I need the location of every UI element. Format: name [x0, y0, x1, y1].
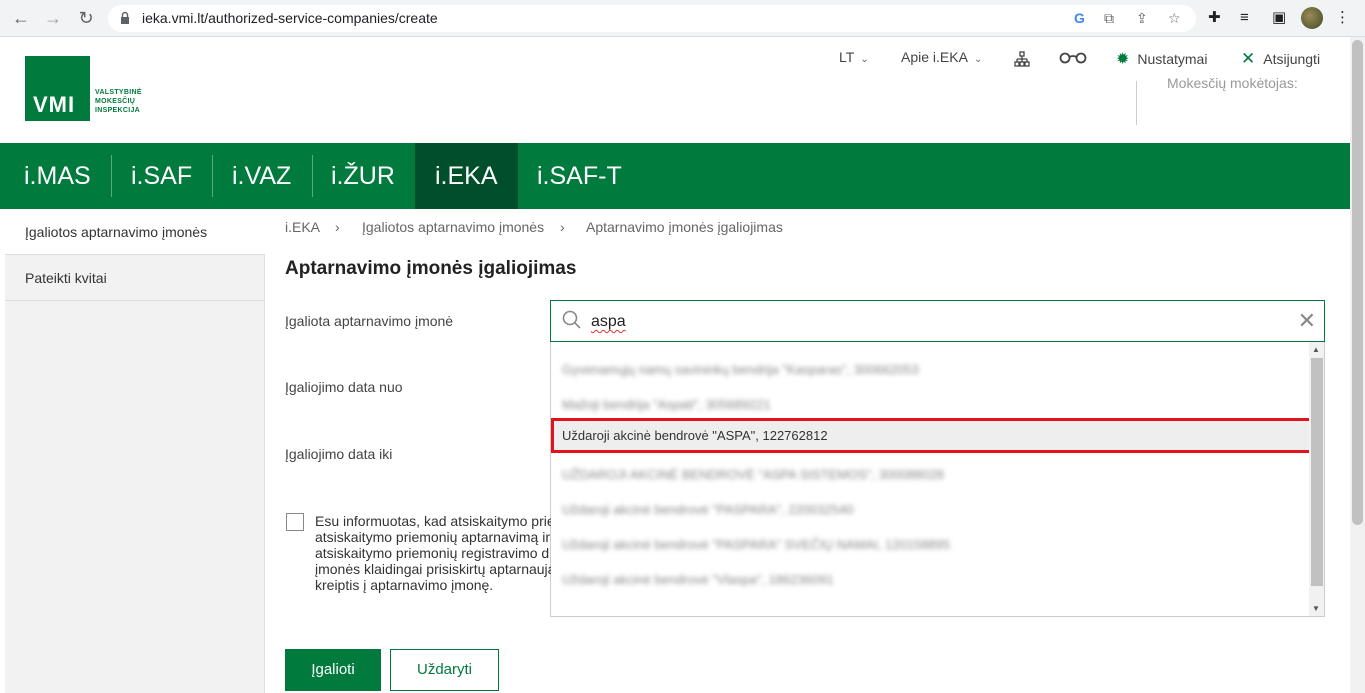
acknowledge-text-line: atsiskaitymo priemonių aptarnavimą ir [315, 529, 550, 545]
page-title: Aptarnavimo įmonės įgaliojimas [285, 258, 577, 279]
clear-icon[interactable]: ✕ [1298, 310, 1316, 332]
sidebar: Įgaliotos aptarnavimo įmonės Pateikti kv… [5, 209, 265, 693]
company-search-input[interactable]: aspa ✕ [550, 300, 1325, 342]
dropdown-option-highlighted[interactable]: Uždaroji akcinė bendrovė "ASPA", 1227628… [551, 418, 1313, 453]
reload-icon[interactable]: ↻ [75, 7, 97, 29]
close-icon: ✕ [1241, 49, 1256, 68]
logout-label: Atsijungti [1263, 51, 1321, 67]
chevron-down-icon: ⌄ [973, 54, 983, 65]
close-button[interactable]: Uždaryti [390, 649, 499, 691]
share-icon[interactable]: ⇪ [1136, 10, 1148, 27]
back-icon[interactable]: ← [10, 7, 32, 29]
page-scroll-thumb[interactable] [1352, 40, 1363, 525]
acknowledge-text-line: atsiskaitymo priemonių registravimo d [315, 545, 550, 561]
company-field-label: Įgaliota aptarnavimo įmonė [285, 313, 454, 329]
about-label: Apie i.EKA [901, 49, 968, 65]
gear-icon: ✹ [1116, 51, 1130, 68]
scroll-down-icon[interactable]: ▼ [1312, 604, 1320, 613]
taxpayer-label: Mokesčių mokėtojas: [1167, 75, 1298, 91]
breadcrumb-item-ieka[interactable]: i.EKA [285, 219, 320, 235]
menu-icon[interactable]: ⋮ [1335, 8, 1350, 28]
dropdown-option[interactable]: Mažoji bendrija "Aspati", 305689221 [551, 387, 1308, 422]
bookmark-star-icon[interactable]: ☆ [1168, 10, 1181, 27]
authorize-button[interactable]: Įgalioti [285, 649, 381, 691]
dropdown-scroll-thumb[interactable] [1311, 358, 1323, 586]
search-value: aspa [591, 313, 626, 330]
side-panel-icon[interactable]: ▣ [1272, 8, 1286, 28]
chevron-down-icon: ⌄ [860, 54, 869, 65]
acknowledge-text: Esu informuotas, kad atsiskaitymo prie a… [315, 513, 551, 593]
nav-item-imas[interactable]: i.MAS [0, 143, 111, 209]
logo-subtitle-line: VALSTYBINĖ [95, 89, 142, 96]
nav-item-ieka[interactable]: i.EKA [415, 143, 518, 209]
dropdown-option[interactable]: Uždaroji akcinė bendrovė "PASPARA", 2200… [551, 492, 1308, 527]
settings-link[interactable]: ✹ Nustatymai [1116, 49, 1207, 69]
nav-item-isaft[interactable]: i.SAF-T [518, 143, 638, 209]
about-menu[interactable]: Apie i.EKA ⌄ [901, 49, 982, 65]
dropdown-option[interactable]: UŽDAROJI AKCINĖ BENDROVĖ "ASPA SISTEMOS"… [551, 457, 1308, 492]
forward-icon[interactable]: → [42, 7, 64, 29]
breadcrumb-item-current: Aptarnavimo įmonės įgaliojimas [586, 219, 783, 235]
company-dropdown-list: Gyvenamųjų namų savininkų bendrija "Kasp… [550, 342, 1325, 617]
dropdown-option[interactable]: Uždaroji akcinė bendrovė "Vlaspa", 18623… [551, 562, 1308, 597]
page: VMI VALSTYBINĖ MOKESČIŲ INSPEKCIJA LT ⌄ A… [0, 37, 1350, 693]
chevron-right-icon: › [335, 219, 340, 235]
url-text: ieka.vmi.lt/authorized-service-companies… [142, 10, 438, 26]
acknowledge-text-line: kreiptis į aptarnavimo įmonę. [315, 577, 494, 593]
lock-icon [121, 11, 129, 24]
scroll-up-icon[interactable]: ▲ [1312, 345, 1320, 354]
main-navigation: i.MAS i.SAF i.VAZ i.ŽUR i.EKA i.SAF-T [0, 143, 1350, 209]
logo-subtitle-line: MOKESČIŲ [95, 98, 136, 105]
dropdown-option[interactable]: Gyvenamųjų namų savininkų bendrija "Kasp… [551, 352, 1308, 387]
nav-item-izur[interactable]: i.ŽUR [313, 143, 415, 209]
language-selector[interactable]: LT ⌄ [839, 49, 869, 65]
nav-item-isaf[interactable]: i.SAF [112, 143, 212, 209]
sitemap-icon[interactable] [1014, 51, 1030, 67]
search-icon [562, 310, 581, 329]
language-label: LT [839, 49, 855, 65]
header-divider [1136, 81, 1137, 125]
vmi-logo[interactable]: VMI [25, 56, 90, 121]
date-from-label: Įgaliojimo data nuo [285, 379, 403, 395]
translate-icon[interactable]: ⧉ [1104, 10, 1114, 27]
browser-toolbar: ← → ↻ ieka.vmi.lt/authorized-service-com… [0, 0, 1365, 37]
dropdown-scrollbar[interactable]: ▲ ▼ [1309, 342, 1324, 616]
logo-subtitle-line: INSPEKCIJA [95, 107, 141, 114]
dropdown-option[interactable]: Uždaroji akcinė bendrovė "PASPARA" SVEČI… [551, 527, 1308, 562]
acknowledge-text-line: Esu informuotas, kad atsiskaitymo prie [315, 513, 551, 529]
address-bar[interactable]: ieka.vmi.lt/authorized-service-companies… [108, 5, 1196, 32]
chevron-right-icon: › [560, 219, 565, 235]
breadcrumb-item-authorized-companies[interactable]: Įgaliotos aptarnavimo įmonės [362, 219, 544, 235]
logo-subtitle: VALSTYBINĖ MOKESČIŲ INSPEKCIJA [95, 88, 165, 115]
settings-label: Nustatymai [1137, 51, 1208, 67]
extensions-icon[interactable]: ✚ [1208, 8, 1221, 28]
sidebar-item-submitted-receipts[interactable]: Pateikti kvitai [5, 255, 265, 301]
acknowledge-checkbox[interactable] [286, 513, 304, 531]
google-icon[interactable]: G [1074, 10, 1085, 26]
nav-item-ivaz[interactable]: i.VAZ [213, 143, 312, 209]
logo-text: VMI [33, 92, 76, 117]
sidebar-item-authorized-companies[interactable]: Įgaliotos aptarnavimo įmonės [5, 209, 265, 255]
profile-avatar[interactable] [1301, 7, 1323, 29]
date-to-label: Įgaliojimo data iki [285, 446, 393, 462]
acknowledge-text-line: įmonės klaidingai prisiskirtų aptarnauja [315, 561, 551, 577]
reading-list-icon[interactable]: ≡ [1240, 8, 1249, 28]
glasses-icon[interactable] [1059, 52, 1087, 64]
logout-link[interactable]: ✕ Atsijungti [1241, 49, 1320, 69]
